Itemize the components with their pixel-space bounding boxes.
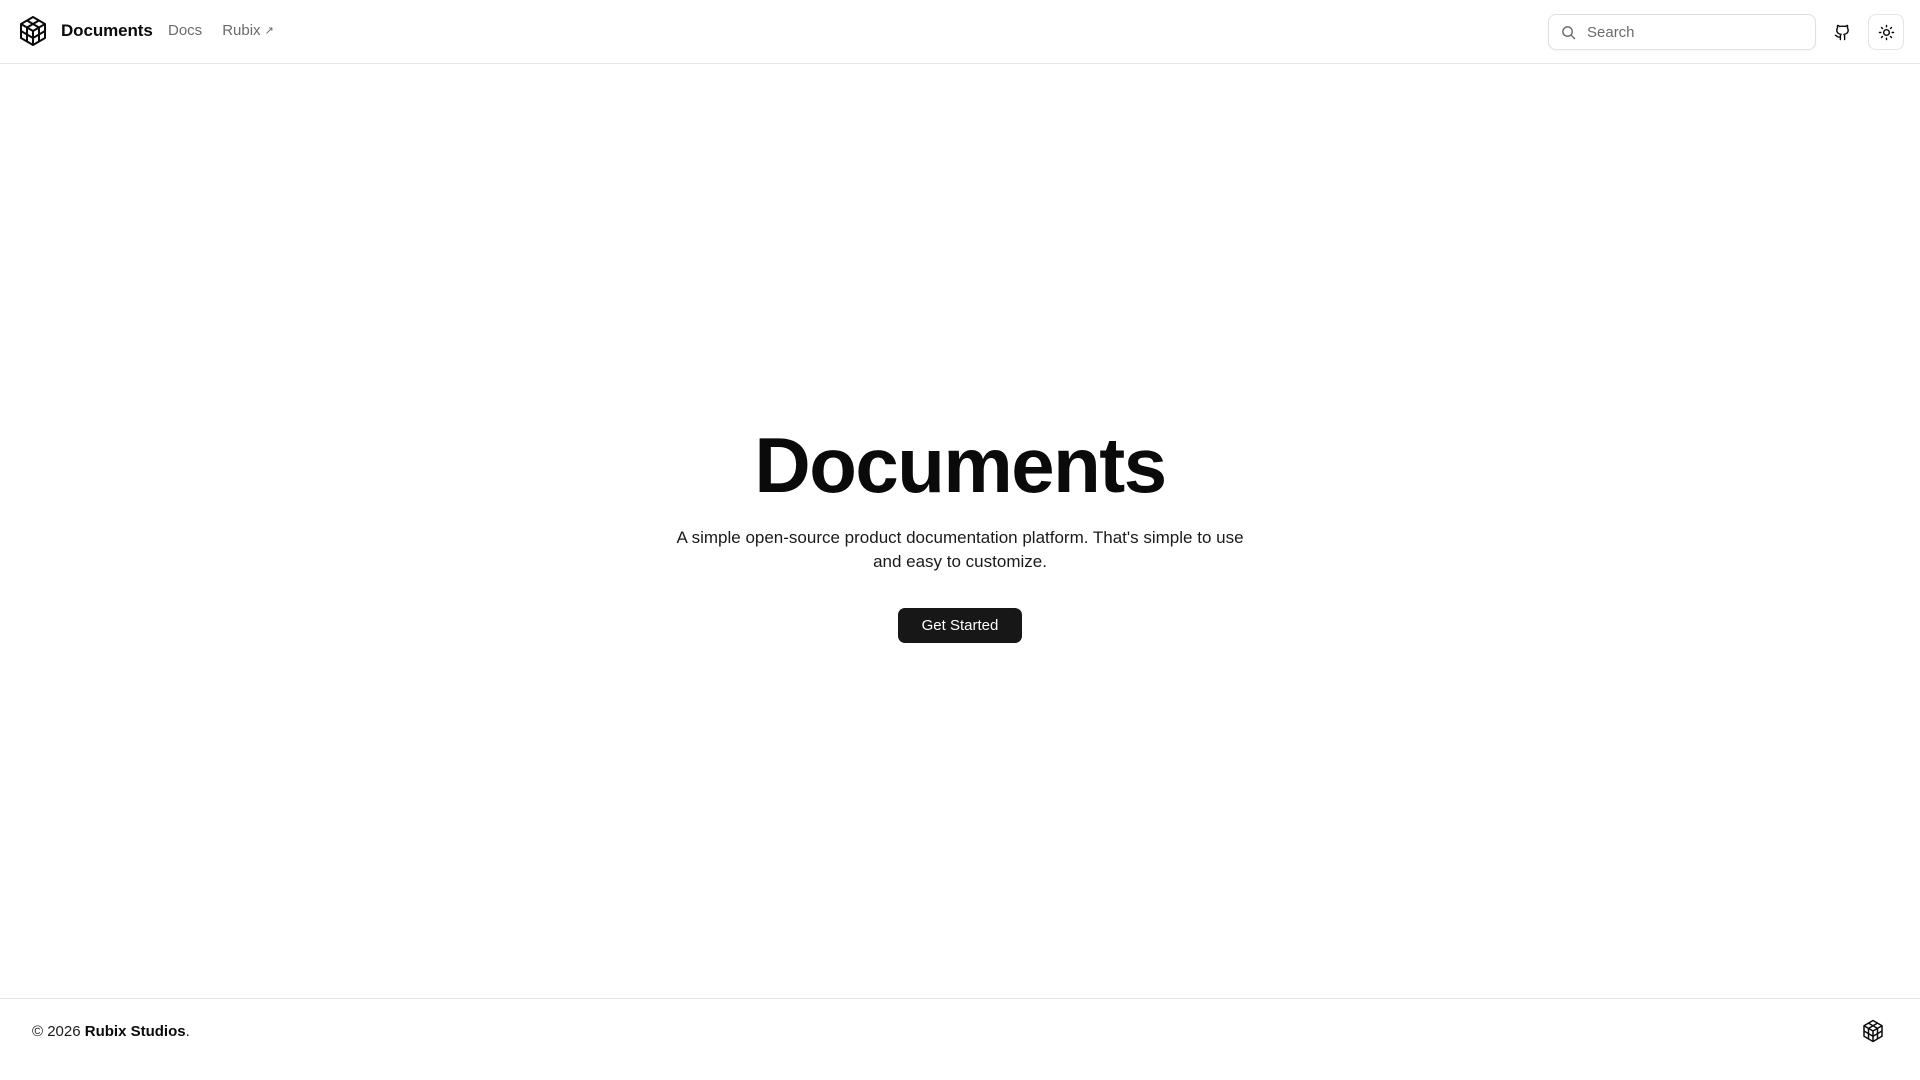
github-button[interactable] — [1824, 14, 1860, 50]
nav-link-rubix[interactable]: Rubix ↗ — [222, 22, 274, 39]
theme-toggle-button[interactable] — [1868, 14, 1904, 50]
hero-title: Documents — [754, 421, 1167, 509]
nav-link-docs-label: Docs — [168, 22, 203, 39]
github-icon — [1834, 24, 1849, 40]
brand-link[interactable]: Documents — [17, 15, 153, 47]
main-nav: Docs Rubix ↗ — [168, 22, 274, 39]
site-footer: © 2026 Rubix Studios. — [0, 998, 1920, 1080]
hero-subtitle: A simple open-source product documentati… — [676, 528, 1244, 571]
copyright-suffix: . — [185, 1023, 190, 1040]
cube-logo-icon — [1863, 1019, 1883, 1043]
site-header: Documents Docs Rubix ↗ — [0, 0, 1920, 64]
arrow-up-right-icon: ↗ — [264, 25, 274, 37]
search-icon — [1562, 25, 1576, 39]
cube-logo-icon — [20, 16, 46, 46]
hero-section: Documents A simple open-source product d… — [0, 420, 1920, 643]
company-link[interactable]: Rubix Studios — [85, 1023, 186, 1040]
search-input[interactable] — [1587, 23, 1787, 41]
nav-link-docs[interactable]: Docs — [168, 22, 202, 39]
nav-link-rubix-label: Rubix — [222, 22, 261, 39]
sun-icon — [1878, 24, 1894, 40]
get-started-button[interactable]: Get Started — [897, 608, 1023, 643]
copyright-text: © 2026 Rubix Studios. — [32, 1023, 190, 1040]
search-box[interactable] — [1548, 14, 1816, 50]
copyright-prefix: © 2026 — [32, 1023, 85, 1040]
brand-name: Documents — [61, 21, 153, 40]
footer-logo — [1861, 1019, 1885, 1043]
